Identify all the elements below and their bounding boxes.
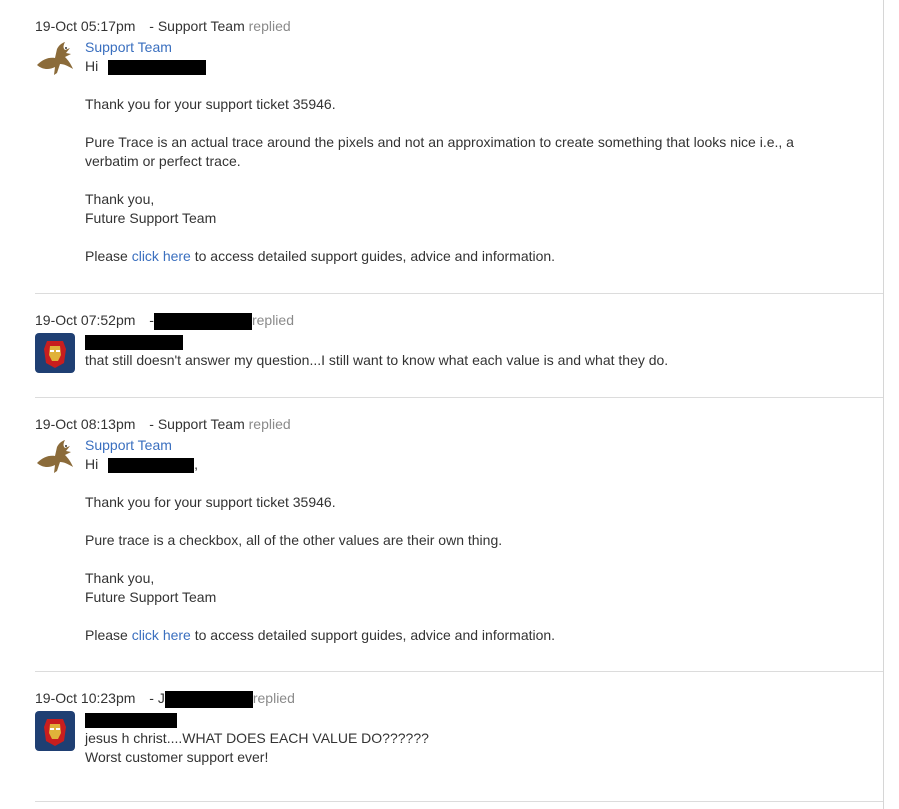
click-here-link[interactable]: click here: [132, 248, 191, 264]
redacted-name: [108, 457, 195, 473]
message-customer-1: 19-Oct 07:52pm - replied that still doesn…: [35, 294, 883, 398]
replied-label: replied: [251, 312, 294, 328]
message-sender: - J: [149, 690, 165, 706]
click-here-link[interactable]: click here: [132, 627, 191, 643]
author-name: Support Team: [85, 437, 172, 453]
message-support-1: 19-Oct 05:17pm - Support Team replied Su…: [35, 0, 883, 294]
footer-text: to access detailed support guides, advic…: [194, 627, 556, 643]
message-customer-2: 19-Oct 10:23pm - J replied jesus h christ…: [35, 672, 883, 802]
signoff: Thank you,: [85, 191, 155, 207]
footer-text: Please: [85, 248, 128, 264]
ticket-line: Thank you for your support ticket 35946.: [85, 494, 336, 510]
message-meta: 19-Oct 08:13pm - Support Team replied: [35, 398, 883, 434]
ironman-icon: [35, 711, 75, 751]
eagle-icon: [35, 437, 75, 477]
redacted-name: [85, 334, 183, 350]
greeting-line: Hi: [85, 57, 883, 76]
message-datetime: 19-Oct 08:13pm: [35, 416, 136, 432]
paragraph: Pure trace is a checkbox, all of the oth…: [85, 532, 503, 548]
author-name: [85, 710, 883, 729]
signoff: Thank you,: [85, 570, 155, 586]
greeting-suffix: ,: [194, 456, 199, 472]
footer-text: to access detailed support guides, advic…: [194, 248, 556, 264]
message-meta: 19-Oct 05:17pm - Support Team replied: [35, 0, 883, 36]
greeting: Hi: [85, 58, 99, 74]
signoff-team: Future Support Team: [85, 589, 217, 605]
message-datetime: 19-Oct 05:17pm: [35, 18, 136, 34]
signoff-team: Future Support Team: [85, 210, 217, 226]
redacted-name: [164, 690, 253, 708]
replied-label: replied: [248, 18, 291, 34]
paragraph: verbatim or perfect trace.: [85, 153, 241, 169]
message-text: jesus h christ....WHAT DOES EACH VALUE D…: [85, 730, 429, 746]
ironman-icon: [35, 333, 75, 373]
author-name: Support Team: [85, 39, 172, 55]
footer-line: Please click here to access detailed sup…: [85, 626, 883, 645]
ticket-line: Thank you for your support ticket 35946.: [85, 96, 336, 112]
message-datetime: 19-Oct 10:23pm: [35, 690, 136, 706]
redacted-name: [153, 312, 252, 330]
greeting: Hi: [85, 456, 99, 472]
redacted-name: [85, 712, 177, 728]
message-support-2: 19-Oct 08:13pm - Support Team replied Su…: [35, 398, 883, 672]
message-text: that still doesn't answer my question...…: [85, 352, 669, 368]
replied-label: replied: [248, 416, 291, 432]
message-meta: 19-Oct 10:23pm - J replied: [35, 672, 883, 708]
message-sender: - Support Team: [149, 416, 245, 432]
replied-label: replied: [252, 690, 295, 706]
author-name: [85, 332, 883, 351]
message-meta: 19-Oct 07:52pm - replied: [35, 294, 883, 330]
ticket-thread: 19-Oct 05:17pm - Support Team replied Su…: [35, 0, 884, 809]
greeting-line: Hi ,: [85, 455, 883, 474]
footer-line: Please click here to access detailed sup…: [85, 247, 883, 266]
footer-text: Please: [85, 627, 128, 643]
redacted-name: [108, 59, 207, 75]
message-text: Worst customer support ever!: [85, 749, 269, 765]
message-sender: - Support Team: [149, 18, 245, 34]
eagle-icon: [35, 39, 75, 79]
message-datetime: 19-Oct 07:52pm: [35, 312, 136, 328]
paragraph: Pure Trace is an actual trace around the…: [85, 134, 794, 150]
